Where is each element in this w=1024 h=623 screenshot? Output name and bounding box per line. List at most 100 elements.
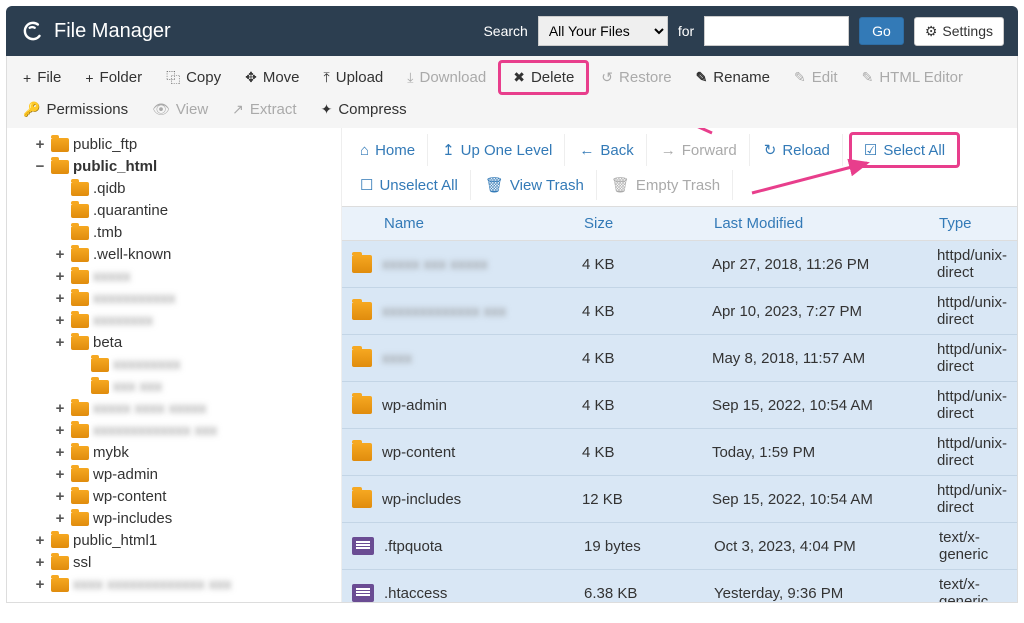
file-row[interactable]: wp-admin4 KBSep 15, 2022, 10:54 AMhttpd/… — [342, 382, 1017, 429]
rename-button[interactable]: ✎Rename — [684, 60, 782, 95]
folder-icon — [71, 490, 89, 504]
tree-item[interactable]: .tmb — [29, 222, 337, 244]
file-size: 4 KB — [582, 397, 712, 414]
file-button[interactable]: +File — [11, 60, 73, 95]
expander-icon[interactable]: + — [53, 332, 67, 354]
back-button[interactable]: ←Back — [567, 134, 646, 166]
copy-button[interactable]: ⿻Copy — [154, 60, 233, 95]
tree-item[interactable]: xxxxxxxxx — [29, 354, 337, 376]
tree-item[interactable]: +mybk — [29, 442, 337, 464]
expander-icon[interactable]: + — [53, 398, 67, 420]
tree-item[interactable]: xxx xxx — [29, 376, 337, 398]
settings-button[interactable]: ⚙ Settings — [914, 17, 1004, 46]
download-icon: ⤓ — [407, 69, 413, 86]
upload-button[interactable]: ⤒Upload — [312, 60, 396, 95]
panel-wrap: +public_ftp−public_html.qidb.quarantine.… — [6, 128, 1018, 603]
file-list: xxxxx xxx xxxxx4 KBApr 27, 2018, 11:26 P… — [342, 241, 1017, 602]
search-scope-select[interactable]: All Your Files — [538, 16, 668, 46]
expander-icon[interactable]: + — [33, 134, 47, 156]
tree-item[interactable]: −public_html — [29, 156, 337, 178]
reload-icon: ↻ — [764, 141, 777, 159]
home-button[interactable]: ⌂Home — [348, 134, 428, 166]
tree-item[interactable]: .quarantine — [29, 200, 337, 222]
view-trash-button[interactable]: 🗑 View Trash — [473, 170, 597, 200]
delete-icon: ✖ — [513, 69, 525, 86]
expander-icon[interactable]: + — [33, 552, 47, 574]
move-button[interactable]: ✥ Move — [233, 60, 311, 95]
expander-icon[interactable]: + — [33, 574, 47, 596]
file-type: httpd/unix-direct — [937, 247, 1007, 281]
tree-item[interactable]: +xxxxx — [29, 266, 337, 288]
file-size: 12 KB — [582, 491, 712, 508]
tree-item[interactable]: +public_html1 — [29, 530, 337, 552]
col-size[interactable]: Size — [584, 215, 714, 232]
expander-icon[interactable]: + — [53, 310, 67, 332]
tree-item[interactable]: +wp-admin — [29, 464, 337, 486]
file-row[interactable]: xxxxx xxx xxxxx4 KBApr 27, 2018, 11:26 P… — [342, 241, 1017, 288]
tree-item[interactable]: .qidb — [29, 178, 337, 200]
expander-icon[interactable]: + — [53, 442, 67, 464]
file-row[interactable]: wp-content4 KBToday, 1:59 PMhttpd/unix-d… — [342, 429, 1017, 476]
expander-icon[interactable]: + — [53, 508, 67, 530]
tree-item[interactable]: +ssl — [29, 552, 337, 574]
tree-item[interactable]: + wp-includes — [29, 508, 337, 530]
folder-icon — [71, 204, 89, 218]
view-trash-icon: 🗑 — [485, 176, 504, 194]
move-icon: ✥ — [245, 69, 257, 86]
go-button[interactable]: Go — [859, 17, 904, 45]
tree-label: xxxxxxxxx — [113, 354, 181, 376]
tree-item[interactable]: +xxxx xxxxxxxxxxxxx xxx — [29, 574, 337, 596]
search-input[interactable] — [704, 16, 849, 46]
tree-item[interactable]: +beta — [29, 332, 337, 354]
forward-button: →Forward — [649, 134, 750, 166]
tree-item[interactable]: +xxxxxxxx — [29, 310, 337, 332]
expander-icon[interactable]: + — [53, 244, 67, 266]
tree-label: wp-includes — [93, 508, 172, 530]
folder-icon — [352, 255, 372, 273]
expander-icon[interactable]: + — [53, 420, 67, 442]
file-size: 6.38 KB — [584, 585, 714, 602]
file-row[interactable]: xxxx4 KBMay 8, 2018, 11:57 AMhttpd/unix-… — [342, 335, 1017, 382]
col-name[interactable]: Name — [384, 215, 584, 232]
view-trash-label: View Trash — [510, 177, 584, 194]
expander-icon[interactable]: + — [53, 288, 67, 310]
unselect-all-button[interactable]: ☐Unselect All — [348, 170, 471, 200]
main-toolbar: +File+Folder⿻Copy ✥ Move ⤒Upload ⤓ Download ✖D… — [6, 56, 1018, 128]
expander-icon[interactable]: + — [33, 530, 47, 552]
move-label: Move — [263, 69, 300, 86]
expander-icon[interactable]: + — [53, 266, 67, 288]
edit-button: ✎Edit — [782, 60, 850, 95]
tree-item[interactable]: +public_ftp — [29, 134, 337, 156]
empty-trash-icon: 🗑 — [611, 176, 630, 194]
tree-item[interactable]: + .well-known — [29, 244, 337, 266]
reload-button[interactable]: ↻Reload — [752, 134, 843, 166]
tree-item[interactable]: +wp-content — [29, 486, 337, 508]
tree-label: .well-known — [93, 244, 171, 266]
folder-button[interactable]: +Folder — [73, 60, 154, 95]
expander-icon[interactable]: + — [53, 464, 67, 486]
file-size: 4 KB — [582, 350, 712, 367]
download-label: Download — [419, 69, 486, 86]
col-modified[interactable]: Last Modified — [714, 215, 939, 232]
file-row[interactable]: .ftpquota19 bytesOct 3, 2023, 4:04 PMtex… — [342, 523, 1017, 570]
col-type[interactable]: Type — [939, 215, 1007, 232]
folder-icon — [71, 424, 89, 438]
file-row[interactable]: .htaccess6.38 KBYesterday, 9:36 PMtext/x… — [342, 570, 1017, 602]
tree-item[interactable]: +xxxxxxxxxxxxx xxx — [29, 420, 337, 442]
permissions-button[interactable]: 🔑Permissions — [11, 95, 140, 124]
tree-label: .qidb — [93, 178, 126, 200]
select-all-button[interactable]: ☑Select All — [849, 132, 960, 168]
compress-button[interactable]: ✦Compress — [309, 95, 419, 124]
delete-button[interactable]: ✖Delete — [498, 60, 589, 95]
edit-icon: ✎ — [794, 69, 806, 86]
up-one-level-button[interactable]: ↥Up One Level — [430, 134, 565, 166]
tree-item[interactable]: +xxxxx xxxx xxxxx — [29, 398, 337, 420]
file-row[interactable]: xxxxxxxxxxxxx xxx4 KBApr 10, 2023, 7:27 … — [342, 288, 1017, 335]
expander-icon[interactable]: − — [33, 156, 47, 178]
view-icon: 👁 — [152, 101, 170, 118]
file-row[interactable]: wp-includes12 KBSep 15, 2022, 10:54 AMht… — [342, 476, 1017, 523]
search-label: Search — [483, 23, 527, 39]
expander-icon[interactable]: + — [53, 486, 67, 508]
file-name: wp-includes — [382, 491, 582, 508]
tree-item[interactable]: +xxxxxxxxxxx — [29, 288, 337, 310]
